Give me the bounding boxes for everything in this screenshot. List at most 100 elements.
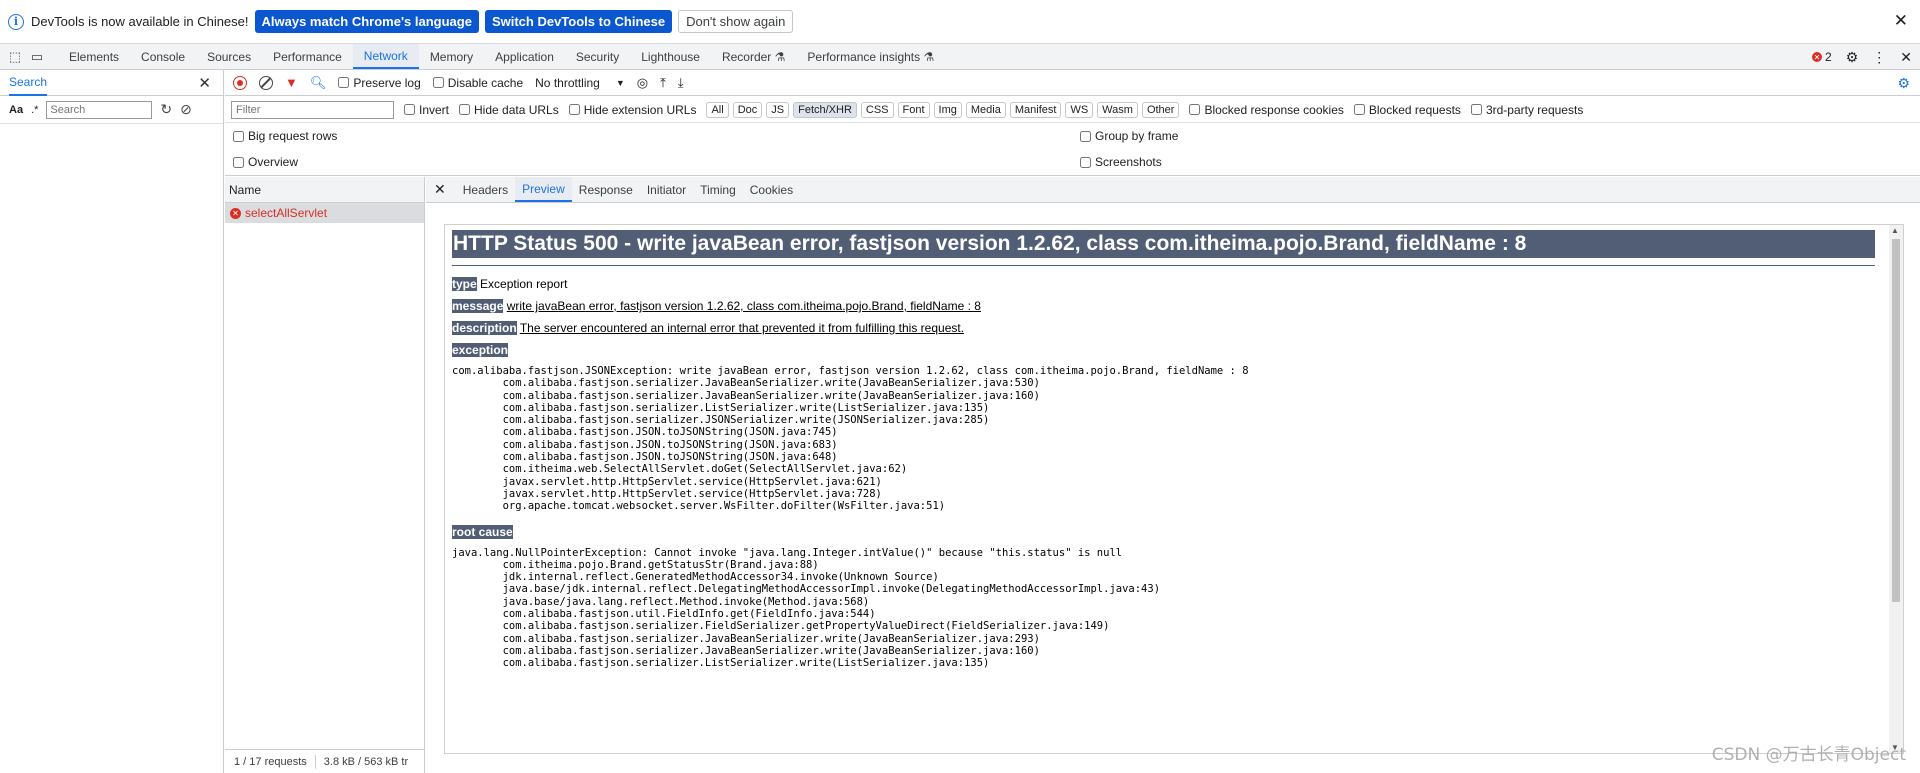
- detail-tab-cookies[interactable]: Cookies: [743, 177, 800, 202]
- requests-count: 1 / 17 requests: [234, 755, 307, 768]
- search-input[interactable]: [46, 100, 153, 119]
- filter-chip-doc[interactable]: Doc: [732, 101, 763, 118]
- resource-type-filters: All Doc JS Fetch/XHR CSS Font Img Media Manifest…: [706, 101, 1180, 118]
- tab-lighthouse[interactable]: Lighthouse: [630, 44, 711, 69]
- request-list: Name ✕ selectAllServlet 1 / 17 requests …: [225, 177, 425, 773]
- response-preview: HTTP Status 500 - write javaBean error, …: [444, 224, 1904, 754]
- status-divider: [314, 754, 316, 769]
- tab-recorder[interactable]: Recorder ⚗: [711, 44, 796, 69]
- error-icon: ✕: [1812, 52, 1823, 62]
- export-har-icon[interactable]: ⤓: [678, 75, 684, 91]
- clear-search-icon[interactable]: ⊘: [180, 101, 192, 118]
- error-page-divider: [452, 265, 1875, 266]
- filter-input[interactable]: [231, 100, 394, 119]
- close-icon[interactable]: ✕: [1894, 11, 1908, 31]
- error-count: 2: [1825, 50, 1832, 64]
- tab-performance[interactable]: Performance: [262, 44, 353, 69]
- error-page-title: HTTP Status 500 - write javaBean error, …: [452, 230, 1875, 258]
- exception-line: exception: [452, 343, 1875, 357]
- type-label: type: [452, 277, 477, 291]
- error-page-document: HTTP Status 500 - write javaBean error, …: [452, 230, 1875, 682]
- filter-icon[interactable]: ▼: [285, 75, 298, 90]
- tab-console[interactable]: Console: [130, 44, 196, 69]
- detail-tabbar: ✕ Headers Preview Response Initiator Timing C…: [426, 177, 1920, 203]
- scroll-up-arrow-icon[interactable]: ▲: [1891, 226, 1899, 235]
- message-label: message: [452, 299, 504, 313]
- filter-chip-js[interactable]: JS: [766, 101, 790, 118]
- close-search-icon[interactable]: ✕: [198, 74, 211, 92]
- request-detail-panel: ✕ Headers Preview Response Initiator Timing C…: [426, 177, 1920, 773]
- throttling-select[interactable]: No throttling ▼: [535, 76, 625, 90]
- network-status-bar: 1 / 17 requests 3.8 kB / 563 kB tr: [225, 749, 425, 773]
- match-case-toggle[interactable]: Aa: [9, 104, 23, 116]
- filter-chip-img[interactable]: Img: [933, 101, 962, 118]
- device-toolbar-icon[interactable]: ▭: [26, 44, 48, 69]
- transfer-size: 3.8 kB / 563 kB tr: [323, 755, 409, 768]
- screenshots-checkbox[interactable]: Screenshots: [1080, 155, 1162, 169]
- detail-tab-response[interactable]: Response: [572, 177, 640, 202]
- search-panel-title[interactable]: Search: [9, 70, 48, 96]
- tab-network[interactable]: Network: [352, 44, 419, 69]
- settings-gear-icon[interactable]: ⚙: [1846, 49, 1859, 66]
- blocked-response-cookies-checkbox[interactable]: Blocked response cookies: [1189, 103, 1344, 117]
- hide-extension-urls-checkbox[interactable]: Hide extension URLs: [568, 103, 696, 117]
- detail-tab-preview[interactable]: Preview: [515, 177, 572, 202]
- filter-chip-fetch-xhr[interactable]: Fetch/XHR: [793, 101, 857, 118]
- request-row[interactable]: ✕ selectAllServlet: [225, 203, 424, 223]
- tab-elements[interactable]: Elements: [58, 44, 130, 69]
- detail-tab-timing[interactable]: Timing: [693, 177, 743, 202]
- more-options-icon[interactable]: ⋮: [1872, 49, 1886, 66]
- inspect-element-icon[interactable]: ⬚: [4, 44, 26, 69]
- language-infobar: i DevTools is now available in Chinese! …: [0, 0, 1920, 44]
- filter-chip-wasm[interactable]: Wasm: [1097, 101, 1138, 118]
- import-har-icon[interactable]: ⤒: [660, 75, 666, 91]
- preserve-log-checkbox[interactable]: Preserve log: [338, 76, 421, 90]
- preview-scrollbar[interactable]: ▲ ▼: [1889, 225, 1903, 753]
- invert-checkbox[interactable]: Invert: [404, 103, 449, 117]
- scrollbar-thumb[interactable]: [1892, 239, 1900, 602]
- detail-tab-headers[interactable]: Headers: [456, 177, 515, 202]
- refresh-icon[interactable]: ↻: [160, 101, 172, 118]
- big-request-rows-checkbox[interactable]: Big request rows: [233, 129, 337, 143]
- tab-application[interactable]: Application: [484, 44, 565, 69]
- name-column-header[interactable]: Name: [225, 177, 424, 203]
- regex-toggle[interactable]: .*: [31, 104, 38, 116]
- root-cause-label: root cause: [452, 524, 513, 539]
- error-status-icon: ✕: [230, 207, 241, 219]
- detail-tab-initiator[interactable]: Initiator: [640, 177, 693, 202]
- tab-security[interactable]: Security: [565, 44, 630, 69]
- type-value: Exception report: [480, 277, 568, 291]
- network-conditions-icon[interactable]: ◎: [637, 75, 648, 91]
- devtools-tabbar: ⬚ ▭ Elements Console Sources Performance Net…: [0, 44, 1920, 70]
- blocked-requests-checkbox[interactable]: Blocked requests: [1353, 103, 1461, 117]
- hide-data-urls-checkbox[interactable]: Hide data URLs: [459, 103, 559, 117]
- network-settings-gear-icon[interactable]: ⚙: [1897, 75, 1910, 92]
- filter-chip-manifest[interactable]: Manifest: [1009, 101, 1062, 118]
- dont-show-again-button[interactable]: Don't show again: [678, 10, 794, 33]
- disable-cache-checkbox[interactable]: Disable cache: [432, 76, 523, 90]
- close-detail-icon[interactable]: ✕: [434, 177, 446, 202]
- filter-chip-font[interactable]: Font: [897, 101, 930, 118]
- filter-chip-other[interactable]: Other: [1141, 101, 1180, 118]
- overview-checkbox[interactable]: Overview: [233, 155, 298, 169]
- clear-icon[interactable]: [259, 75, 273, 90]
- tab-performance-insights[interactable]: Performance insights ⚗: [796, 44, 945, 69]
- filter-chip-media[interactable]: Media: [965, 101, 1006, 118]
- error-count-badge[interactable]: ✕ 2: [1812, 50, 1832, 64]
- search-panel: Search ✕ Aa .* ↻ ⊘: [0, 70, 224, 773]
- filter-chip-ws[interactable]: WS: [1065, 101, 1094, 118]
- switch-language-button[interactable]: Switch DevTools to Chinese: [484, 10, 673, 33]
- match-language-button[interactable]: Always match Chrome's language: [254, 10, 479, 33]
- root-cause-line: root cause: [452, 524, 1875, 539]
- tab-sources[interactable]: Sources: [196, 44, 262, 69]
- close-devtools-icon[interactable]: ✕: [1900, 49, 1912, 66]
- filter-chip-css[interactable]: CSS: [860, 101, 894, 118]
- search-icon[interactable]: 🔍︎: [310, 75, 327, 91]
- record-icon[interactable]: [233, 75, 247, 90]
- group-by-frame-checkbox[interactable]: Group by frame: [1080, 129, 1178, 143]
- tab-memory[interactable]: Memory: [419, 44, 484, 69]
- exception-stacktrace: com.alibaba.fastjson.JSONException: writ…: [452, 365, 1249, 513]
- filter-chip-all[interactable]: All: [706, 101, 729, 118]
- description-line: description The server encountered an in…: [452, 321, 1875, 335]
- third-party-requests-checkbox[interactable]: 3rd-party requests: [1470, 103, 1583, 117]
